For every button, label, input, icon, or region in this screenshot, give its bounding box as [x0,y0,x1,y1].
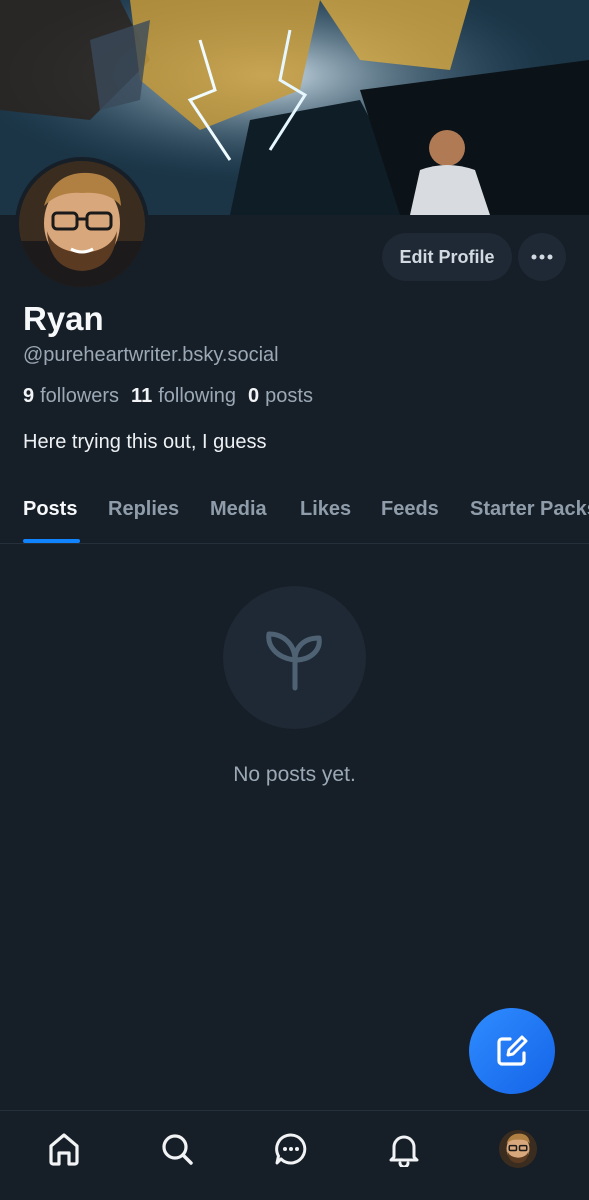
nav-profile[interactable] [498,1129,538,1169]
profile-bio: Here trying this out, I guess [23,431,267,453]
edit-profile-label: Edit Profile [399,246,495,267]
bell-icon [389,1135,419,1167]
nav-search[interactable] [157,1129,197,1169]
more-options-button[interactable] [518,233,566,281]
compose-icon [497,1035,528,1066]
tab-starter-packs[interactable]: Starter Packs [470,498,589,521]
edit-profile-button[interactable]: Edit Profile [382,233,512,281]
profile-tabs: Posts Replies Media Likes Feeds Starter … [0,490,589,544]
tab-feeds[interactable]: Feeds [381,498,439,521]
posts-stat: 0 posts [248,385,313,408]
followers-count: 9 [23,385,35,407]
tab-media[interactable]: Media [210,498,267,521]
profile-avatar[interactable] [15,157,149,291]
profile-avatar-icon [499,1130,537,1168]
posts-label: posts [265,385,313,407]
tab-likes[interactable]: Likes [300,498,351,521]
sprout-icon [265,631,322,690]
following-label: following [158,385,237,407]
display-name: Ryan [23,300,104,337]
profile-screen: Edit Profile Ryan @pureheartwriter.bsky.… [0,0,589,1200]
ellipsis-icon [531,254,553,260]
following-stat[interactable]: 11 following [131,385,236,408]
nav-home[interactable] [44,1129,84,1169]
nav-notifications[interactable] [384,1129,424,1169]
avatar-illustration [19,161,145,287]
following-count: 11 [131,385,153,407]
empty-state-message: No posts yet. [233,763,356,786]
posts-count: 0 [248,385,260,407]
chat-icon [275,1133,307,1165]
active-tab-indicator [23,539,80,543]
bottom-navigation [0,1110,589,1200]
avatar-mini-illustration [499,1130,537,1168]
search-icon [162,1134,193,1165]
nav-chat[interactable] [271,1129,311,1169]
tab-posts[interactable]: Posts [23,498,77,521]
followers-label: followers [40,385,120,407]
empty-state-badge [223,586,366,729]
tab-replies[interactable]: Replies [108,498,179,521]
home-icon [49,1133,79,1166]
compose-button[interactable] [469,1008,555,1094]
profile-stats: 9 followers 11 following 0 posts [23,385,313,408]
user-handle: @pureheartwriter.bsky.social [23,344,279,366]
followers-stat[interactable]: 9 followers [23,385,119,408]
